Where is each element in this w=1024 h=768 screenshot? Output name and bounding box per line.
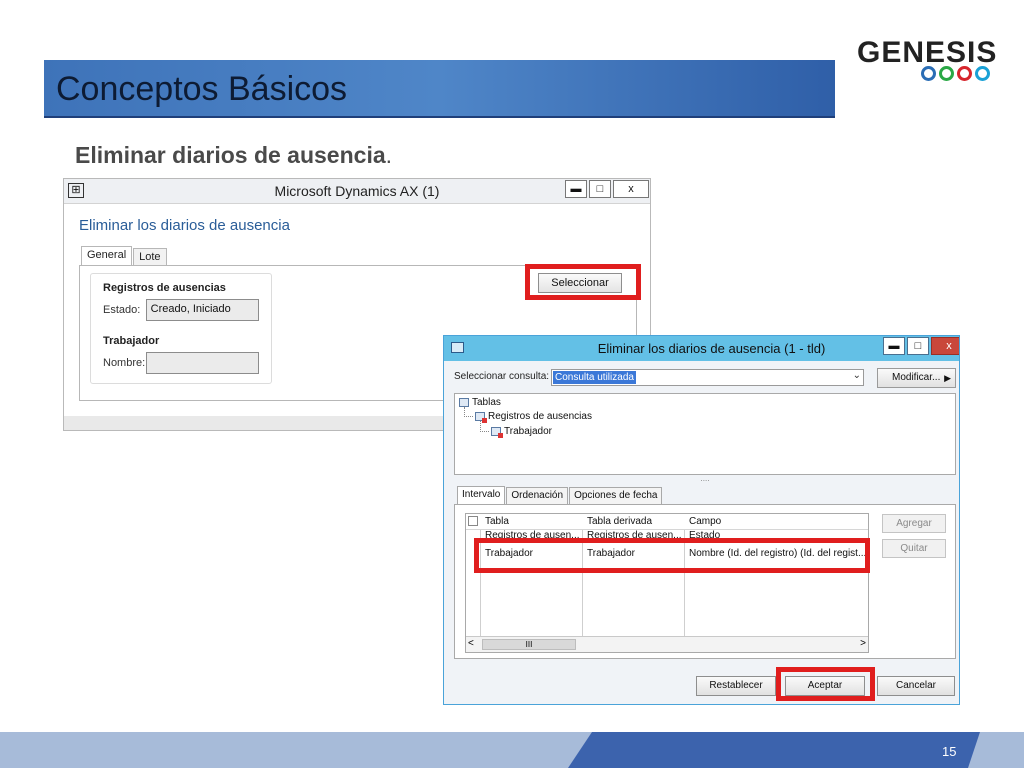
window2-controls: ▬ □ x	[881, 337, 959, 355]
remove-button[interactable]: Quitar	[882, 539, 946, 558]
cell-campo: Estado	[689, 530, 721, 541]
tab-opciones-fecha[interactable]: Opciones de fecha	[569, 487, 663, 505]
title-bar: Conceptos Básicos	[44, 60, 835, 118]
triangle-right-icon: ▶	[944, 373, 951, 383]
estado-row: Estado: Creado, Iniciado	[103, 299, 259, 321]
maximize-button[interactable]: □	[907, 337, 929, 355]
window2-titlebar: Eliminar los diarios de ausencia (1 - tl…	[444, 336, 959, 361]
intervalo-panel: Tabla Tabla derivada Campo Registros de …	[454, 504, 956, 659]
horizontal-scrollbar[interactable]: < III >	[466, 636, 868, 652]
query-tree: Tablas Registros de ausencias Trabajador	[454, 393, 956, 475]
col-tabla-derivada[interactable]: Tabla derivada	[583, 514, 684, 530]
scroll-right-icon[interactable]: >	[860, 638, 866, 649]
range-grid: Tabla Tabla derivada Campo Registros de …	[465, 513, 869, 653]
close-button[interactable]: x	[931, 337, 959, 355]
window1-heading: Eliminar los diarios de ausencia	[79, 217, 290, 234]
query-value: Consulta utilizada	[553, 371, 636, 384]
reset-button[interactable]: Restablecer	[696, 676, 776, 696]
slide: Conceptos Básicos GENESIS Eliminar diari…	[0, 0, 1024, 768]
tree-node-trabajador[interactable]: Trabajador	[491, 426, 552, 438]
registros-header: Registros de ausencias	[103, 282, 226, 294]
add-button[interactable]: Agregar	[882, 514, 946, 533]
tree-child-label: Registros de ausencias	[488, 411, 592, 422]
chevron-down-icon: ⌄	[852, 370, 861, 381]
accept-button[interactable]: Aceptar	[785, 676, 865, 696]
scroll-left-icon[interactable]: <	[468, 638, 474, 649]
logo-dot	[975, 66, 990, 81]
tree-connector	[464, 407, 473, 417]
cell-tabla: Trabajador	[485, 548, 533, 559]
logo-text: GENESIS	[857, 36, 998, 69]
window2-tabs: Intervalo Ordenación Opciones de fecha	[457, 486, 663, 505]
filter-group: Registros de ausencias Estado: Creado, I…	[90, 273, 272, 384]
logo-dot	[939, 66, 954, 81]
page-number: 15	[942, 744, 957, 759]
estado-field[interactable]: Creado, Iniciado	[145, 299, 259, 321]
trabajador-header: Trabajador	[103, 335, 160, 347]
estado-label: Estado:	[103, 304, 141, 316]
minimize-button[interactable]: ▬	[565, 180, 587, 198]
logo-dot	[957, 66, 972, 81]
maximize-button[interactable]: □	[589, 180, 611, 198]
table-icon	[491, 427, 503, 438]
cell-tabla-derivada: Trabajador	[587, 548, 635, 559]
nombre-label: Nombre:	[103, 357, 146, 369]
logo-dot	[921, 66, 936, 81]
table-row[interactable]: Trabajador Trabajador Nombre (Id. del re…	[466, 545, 868, 563]
col-campo[interactable]: Campo	[685, 514, 868, 530]
table-row[interactable]: Registros de ausen... Registros de ausen…	[466, 530, 868, 543]
subtitle-period: .	[385, 142, 393, 168]
tree-node-registros[interactable]: Registros de ausencias	[475, 411, 592, 423]
query-select[interactable]: Consulta utilizada ⌄	[551, 369, 864, 386]
tab-general[interactable]: General	[81, 246, 133, 266]
tab-ordenacion[interactable]: Ordenación	[506, 487, 569, 505]
cell-tabla: Registros de ausen...	[485, 530, 580, 541]
slide-subtitle: Eliminar diarios de ausencia.	[75, 142, 392, 169]
logo-dots	[921, 66, 990, 81]
slide-title: Conceptos Básicos	[56, 70, 348, 108]
col-tabla[interactable]: Tabla	[481, 514, 582, 530]
tree-connector	[480, 421, 489, 432]
cancel-button[interactable]: Cancelar	[877, 676, 955, 696]
grid-header: Tabla Tabla derivada Campo	[466, 514, 868, 530]
subtitle-text: Eliminar diarios de ausencia	[75, 142, 386, 168]
cell-campo: Nombre (Id. del registro) (Id. del regis…	[689, 548, 867, 559]
tree-grandchild-label: Trabajador	[504, 426, 552, 437]
splitter-handle[interactable]: ....	[454, 475, 956, 483]
window1-controls: ▬ □ x	[563, 180, 649, 198]
scroll-thumb[interactable]: III	[482, 639, 576, 650]
cell-tabla-derivada: Registros de ausen...	[587, 530, 682, 541]
table-icon	[475, 412, 487, 423]
tab-intervalo[interactable]: Intervalo	[457, 486, 506, 505]
nombre-row: Nombre:	[103, 352, 259, 374]
modify-button[interactable]: Modificar... ▶	[877, 368, 956, 388]
select-button[interactable]: Seleccionar	[538, 273, 622, 293]
tree-root-label: Tablas	[472, 397, 501, 408]
table-icon	[459, 398, 469, 407]
modify-label: Modificar...	[892, 372, 941, 383]
window1-titlebar: ⊞ Microsoft Dynamics AX (1) ▬ □ x	[64, 179, 650, 204]
minimize-button[interactable]: ▬	[883, 337, 905, 355]
close-button[interactable]: x	[613, 180, 649, 198]
query-label: Seleccionar consulta:	[454, 371, 550, 382]
genesis-logo: GENESIS	[857, 36, 996, 86]
select-all-checkbox[interactable]	[468, 516, 478, 526]
query-dialog: Eliminar los diarios de ausencia (1 - tl…	[443, 335, 960, 705]
nombre-field[interactable]	[145, 352, 259, 374]
